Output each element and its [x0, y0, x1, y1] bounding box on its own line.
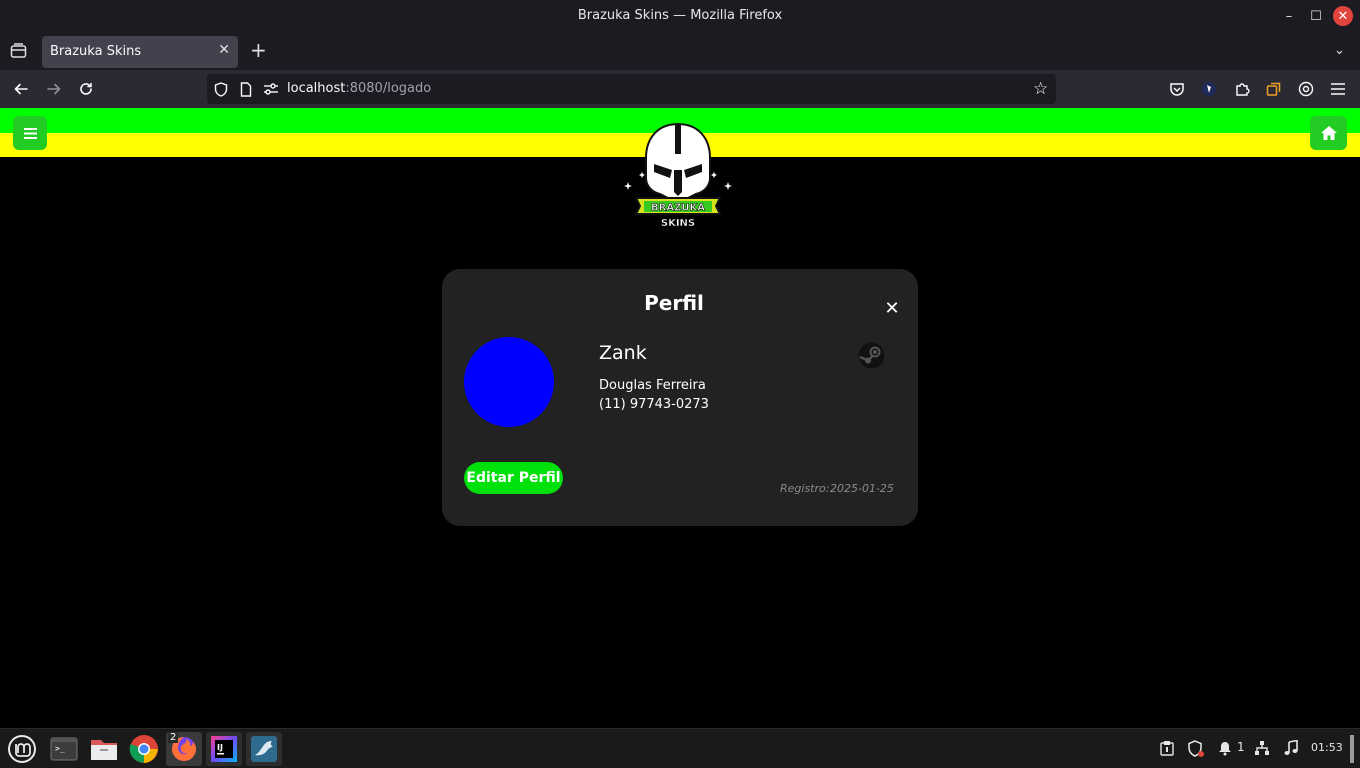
- brazuka-skins-logo: BRAZUKA SKINS: [620, 122, 736, 232]
- close-profile-icon[interactable]: ✕: [883, 298, 901, 319]
- maximize-button[interactable]: ☐: [1306, 6, 1326, 26]
- extension-avatar-icon[interactable]: [1200, 80, 1218, 98]
- clock[interactable]: 01:53: [1311, 741, 1343, 754]
- terminal-app-icon[interactable]: >_: [46, 732, 82, 766]
- close-window-button[interactable]: ✕: [1333, 6, 1353, 26]
- home-button[interactable]: [1310, 116, 1347, 150]
- logo-text-bottom: SKINS: [661, 218, 695, 229]
- url-host: localhost: [287, 81, 346, 96]
- firefox-view-icon[interactable]: [10, 43, 27, 59]
- full-name: Douglas Ferreira: [599, 378, 706, 393]
- url-path: :8080/logado: [345, 81, 432, 96]
- web-page: BRAZUKA SKINS Perfil ✕ Zank Douglas Ferr…: [0, 108, 1360, 728]
- site-menu-button[interactable]: [13, 116, 47, 150]
- logo-text-top: BRAZUKA: [651, 203, 705, 214]
- avatar: [464, 337, 554, 427]
- window-title: Brazuka Skins — Mozilla Firefox: [577, 8, 783, 23]
- reload-icon[interactable]: [76, 79, 96, 99]
- sound-music-tray-icon[interactable]: [1284, 739, 1298, 760]
- system-taskbar: >_ 2 IJ 1 01:53: [0, 728, 1360, 768]
- show-desktop-button[interactable]: [1350, 735, 1354, 763]
- navigation-toolbar: localhost:8080/logado ☆: [0, 70, 1360, 108]
- steam-icon[interactable]: [858, 342, 885, 369]
- home-icon: [1320, 126, 1337, 140]
- notifications-bell-icon[interactable]: [1217, 740, 1233, 760]
- tab-title: Brazuka Skins: [50, 44, 142, 59]
- close-tab-icon[interactable]: ✕: [218, 42, 230, 58]
- firefox-app-icon[interactable]: 2: [166, 732, 202, 766]
- chrome-app-icon[interactable]: [126, 732, 162, 766]
- list-all-tabs-icon[interactable]: ⌄: [1334, 43, 1345, 58]
- registration-label: Registro:: [780, 482, 830, 495]
- back-arrow-icon[interactable]: [11, 79, 31, 99]
- extensions-puzzle-icon[interactable]: [1233, 80, 1251, 98]
- url-text[interactable]: localhost:8080/logado: [287, 81, 431, 96]
- forward-arrow-icon[interactable]: [44, 79, 64, 99]
- hamburger-icon: [23, 127, 37, 139]
- page-info-icon[interactable]: [238, 81, 254, 97]
- minimize-button[interactable]: –: [1279, 6, 1299, 26]
- intellij-idea-app-icon[interactable]: IJ: [206, 732, 242, 766]
- notifications-count: 1: [1237, 740, 1245, 754]
- new-tab-button[interactable]: +: [250, 40, 267, 60]
- tab-brazuka-skins[interactable]: Brazuka Skins ✕: [42, 36, 238, 68]
- bookmark-star-icon[interactable]: ☆: [1033, 79, 1048, 99]
- hamburger-menu-icon[interactable]: [1329, 80, 1347, 98]
- phone-number: (11) 97743-0273: [599, 397, 709, 412]
- linux-mint-menu-icon[interactable]: [4, 732, 40, 766]
- account-sync-icon[interactable]: [1297, 80, 1315, 98]
- tracking-protection-icon[interactable]: [213, 81, 229, 97]
- multi-account-container-icon[interactable]: [1265, 80, 1283, 98]
- pocket-icon[interactable]: [1168, 80, 1186, 98]
- username: Zank: [599, 342, 647, 364]
- svg-text:>_: >_: [55, 744, 65, 753]
- tab-bar: Brazuka Skins ✕ + ⌄: [0, 33, 1360, 70]
- url-bar[interactable]: localhost:8080/logado ☆: [207, 74, 1056, 104]
- idea-badge: IJ: [217, 743, 223, 752]
- profile-title: Perfil: [644, 291, 704, 315]
- clipboard-tray-icon[interactable]: [1159, 740, 1175, 760]
- update-shield-tray-icon[interactable]: [1187, 740, 1205, 762]
- edit-profile-button[interactable]: Editar Perfil: [464, 462, 563, 494]
- mysql-workbench-app-icon[interactable]: [246, 732, 282, 766]
- window-titlebar: Brazuka Skins — Mozilla Firefox – ☐ ✕: [0, 0, 1360, 33]
- registration-date: 2025-01-25: [830, 482, 894, 495]
- network-tray-icon[interactable]: [1254, 740, 1270, 760]
- permissions-icon[interactable]: [263, 81, 279, 97]
- files-app-icon[interactable]: [86, 732, 122, 766]
- firefox-window-count: 2: [168, 732, 179, 743]
- profile-card: Perfil ✕ Zank Douglas Ferreira (11) 9774…: [442, 269, 918, 526]
